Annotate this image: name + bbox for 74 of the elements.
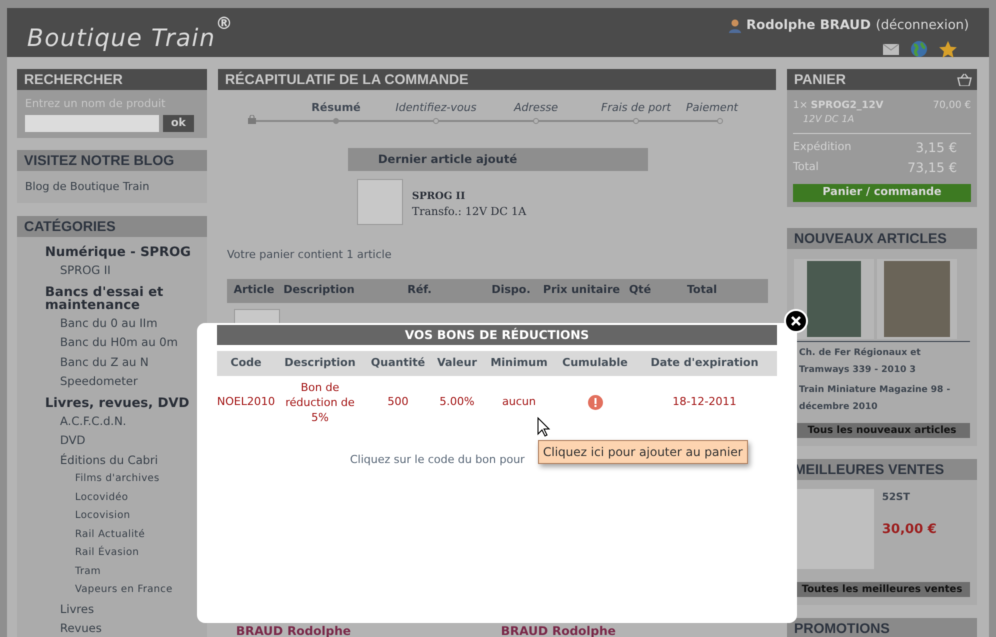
close-icon <box>791 316 801 326</box>
column-header: Dispo. <box>490 282 532 298</box>
section-title: NOUVEAUX ARTICLES <box>787 228 977 250</box>
column-header: Qté <box>628 282 652 298</box>
table-cell-text: 500 <box>386 394 410 410</box>
user-name: Rodolphe BRAUD <box>746 17 871 35</box>
section-title: RECHERCHER <box>17 69 207 90</box>
mail-icon[interactable] <box>883 44 899 54</box>
column-header: Description <box>283 355 357 372</box>
column-header: Valeur <box>436 355 478 372</box>
dialog-title: VOS BONS DE RÉDUCTIONS <box>217 325 777 345</box>
all-new-articles-button[interactable]: Tous les nouveaux articles <box>794 423 970 438</box>
last-added-title: Dernier article ajouté <box>348 148 648 171</box>
table-cell-text: Bon de réduction de 5% <box>284 380 356 425</box>
category-link[interactable]: SPROG II <box>17 261 207 280</box>
product-name[interactable]: 52ST <box>882 490 937 506</box>
category-link[interactable]: Numérique - SPROG <box>17 246 207 259</box>
checkout-step: Paiement <box>686 100 738 116</box>
user-icon <box>729 18 742 33</box>
mouse-cursor-icon <box>537 417 550 437</box>
shipping-label: Expédition <box>793 139 852 156</box>
section-title: VISITEZ NOTRE BLOG <box>17 150 207 170</box>
star-icon[interactable] <box>939 40 957 58</box>
cart-item-option: 12V DC 1A <box>793 113 971 128</box>
product-description: Transfo.: 12V DC 1A <box>412 204 526 220</box>
product-photo[interactable] <box>794 489 874 570</box>
tooltip: Cliquez ici pour ajouter au panier <box>538 440 748 464</box>
logout-link[interactable]: (déconnexion) <box>876 16 969 36</box>
article-link[interactable]: Ch. de Fer Régionaux et Tramways 339 - 2010 3 <box>794 345 970 380</box>
cart-item-quantity: 1× <box>793 99 808 113</box>
checkout-step: Frais de port <box>601 100 671 116</box>
section-title: PROMOTIONS <box>787 618 977 637</box>
category-link[interactable]: Bancs d'essai et maintenance <box>17 286 207 312</box>
lock-icon <box>248 115 256 124</box>
column-header: Minimum <box>489 355 549 372</box>
all-bestsellers-button[interactable]: Toutes les meilleures ventes <box>794 582 970 598</box>
product-name: SPROG II <box>412 190 466 204</box>
checkout-step: Résumé <box>311 100 361 116</box>
column-header: Article <box>232 282 276 298</box>
ok-button[interactable]: ok <box>163 114 194 132</box>
column-header: Prix unitaire <box>542 282 621 298</box>
table-cell-text: 5.00% <box>438 394 476 410</box>
cart-button[interactable]: Panier / commande <box>793 184 971 202</box>
table-cell-text: 18-12-2011 <box>672 394 738 410</box>
blog-link[interactable]: Blog de Boutique Train <box>25 178 199 195</box>
column-header: Quantité <box>370 355 426 372</box>
column-header: Réf. <box>406 282 433 298</box>
section-title: CATÉGORIES <box>17 216 207 237</box>
section-title: RÉCAPITULATIF DE LA COMMANDE <box>218 69 776 90</box>
search-field[interactable] <box>25 114 159 132</box>
cart-count: Votre panier contient 1 article <box>227 247 392 263</box>
column-header: Code <box>230 355 262 372</box>
cart-item-price: 70,00 € <box>932 99 971 113</box>
total-label: Total <box>793 158 819 175</box>
shipping-value: 3,15 € <box>916 140 957 158</box>
category-link[interactable]: Revues <box>17 619 207 637</box>
table-cell-text: aucun <box>501 394 537 410</box>
checkout-step: Adresse <box>514 100 558 116</box>
column-header: Cumulable <box>561 355 629 372</box>
logo[interactable]: Boutique Train <box>27 20 216 56</box>
article-link[interactable]: Train Miniature Magazine 98 - décembre 2010 <box>794 382 970 416</box>
product-thumbnail[interactable] <box>357 179 403 225</box>
column-header: Total <box>686 282 718 298</box>
checkout-step: Identifiez-vous <box>396 100 476 116</box>
registered-mark: ® <box>216 13 233 36</box>
total-value: 73,15 € <box>907 160 957 178</box>
section-title: PANIER <box>787 69 977 90</box>
basket-icon <box>957 73 972 86</box>
magazine-cover[interactable] <box>794 259 874 340</box>
coupon-code[interactable]: NOEL2010 <box>217 394 275 411</box>
product-price: 30,00 € <box>882 521 937 540</box>
column-header: Date d'expiration <box>650 355 760 372</box>
dialog-note: Cliquez sur le code du bon pour <box>350 453 525 466</box>
column-header: Description <box>282 282 356 298</box>
